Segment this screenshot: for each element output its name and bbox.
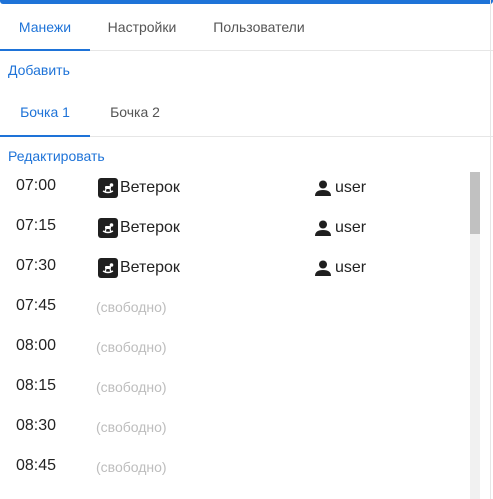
slot-time: 07:15: [16, 217, 57, 234]
schedule-list: 07:00 Ветерок user 07:15 Ветерок user 07…: [0, 168, 493, 499]
main-tabs: Манежи Настройки Пользователи: [0, 4, 493, 51]
schedule-row[interactable]: 08:30 (свободно): [0, 408, 470, 448]
schedule-row[interactable]: 07:00 Ветерок user: [0, 168, 470, 208]
user-cell[interactable]: user: [314, 257, 366, 279]
slot-time: 07:00: [16, 177, 57, 194]
slot-time: 08:00: [16, 337, 57, 354]
tab-users[interactable]: Пользователи: [194, 4, 324, 50]
user-cell[interactable]: user: [314, 217, 366, 239]
free-slot-label[interactable]: (свободно): [96, 339, 167, 355]
arena-tabs: Бочка 1 Бочка 2: [0, 88, 493, 137]
edit-link[interactable]: Редактировать: [8, 148, 105, 164]
schedule-row[interactable]: 07:30 Ветерок user: [0, 248, 470, 288]
user-name: user: [335, 219, 367, 236]
user-name: user: [335, 179, 367, 196]
scrollbar-thumb[interactable]: [470, 172, 480, 234]
add-link[interactable]: Добавить: [8, 62, 70, 78]
slot-time: 08:45: [16, 457, 57, 474]
panel-divider: [490, 0, 491, 499]
person-icon: [314, 259, 332, 277]
horse-cell[interactable]: Ветерок: [98, 217, 180, 239]
slot-time: 08:15: [16, 377, 57, 394]
horse-name: Ветерок: [120, 259, 180, 276]
slot-time: 07:45: [16, 297, 57, 314]
slot-time: 08:30: [16, 417, 57, 434]
person-icon: [314, 219, 332, 237]
tab-bochka-1[interactable]: Бочка 1: [0, 88, 90, 137]
horse-cell[interactable]: Ветерок: [98, 177, 180, 199]
free-slot-label[interactable]: (свободно): [96, 379, 167, 395]
tab-bochka-2[interactable]: Бочка 2: [90, 88, 180, 136]
horse-cell[interactable]: Ветерок: [98, 257, 180, 279]
schedule-row[interactable]: 08:45 (свободно): [0, 448, 470, 488]
rocking-horse-icon: [98, 178, 118, 198]
vertical-scrollbar[interactable]: [470, 172, 480, 499]
tab-settings[interactable]: Настройки: [90, 4, 194, 50]
schedule-row[interactable]: 07:15 Ветерок user: [0, 208, 470, 248]
schedule-row[interactable]: 08:15 (свободно): [0, 368, 470, 408]
tab-manezhi[interactable]: Манежи: [0, 4, 90, 51]
user-cell[interactable]: user: [314, 177, 366, 199]
free-slot-label[interactable]: (свободно): [96, 299, 167, 315]
schedule-row[interactable]: 08:00 (свободно): [0, 328, 470, 368]
rocking-horse-icon: [98, 258, 118, 278]
person-icon: [314, 179, 332, 197]
rocking-horse-icon: [98, 218, 118, 238]
user-name: user: [335, 259, 367, 276]
schedule-row[interactable]: 07:45 (свободно): [0, 288, 470, 328]
free-slot-label[interactable]: (свободно): [96, 459, 167, 475]
slot-time: 07:30: [16, 257, 57, 274]
horse-name: Ветерок: [120, 219, 180, 236]
horse-name: Ветерок: [120, 179, 180, 196]
free-slot-label[interactable]: (свободно): [96, 419, 167, 435]
